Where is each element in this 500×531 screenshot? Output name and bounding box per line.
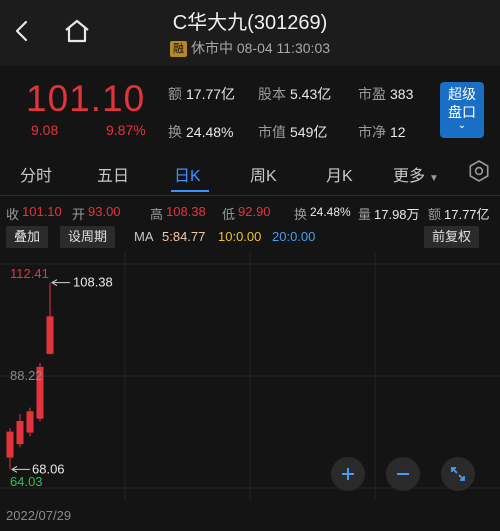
tab-intraday[interactable]: 分时 [20, 162, 52, 186]
volume-label: 量 [358, 207, 372, 222]
market-status-text: 休市中 08-04 11:30:03 [190, 40, 331, 56]
candle-body [46, 316, 54, 354]
tab-weekly-k[interactable]: 周K [250, 162, 277, 186]
super-order-book-button[interactable]: 超级 盘口 ⌄ [440, 82, 484, 138]
y-axis-label: 112.41 [10, 266, 49, 281]
min-marker-label: 68.06 [32, 461, 65, 476]
price-change: 9.08 [31, 122, 59, 138]
top-bar: C华大九(301269) 融休市中 08-04 11:30:03 [0, 0, 500, 66]
max-marker-label: 108.38 [73, 275, 113, 290]
volume-value: 17.98万 [374, 207, 420, 222]
quote-field-amount: 额 17.77亿 [168, 86, 236, 102]
chevron-down-icon: ⌄ [457, 120, 467, 131]
open-value: 93.00 [88, 204, 121, 219]
kline-chart[interactable]: 112.41 88.22 64.03 108.38 68.06 [0, 252, 500, 500]
high-value: 108.38 [166, 204, 206, 219]
low-value: 92.90 [238, 204, 271, 219]
candle-body [16, 421, 24, 445]
quote-field-pb: 市净 12 [358, 124, 406, 140]
tab-monthly-k[interactable]: 月K [326, 162, 353, 186]
plus-icon [342, 468, 354, 480]
candle-body [6, 431, 14, 458]
overlay-button[interactable]: 叠加 [6, 226, 49, 248]
candle-body [26, 411, 34, 433]
low-label: 低 [222, 207, 236, 222]
kline-svg: 112.4188.2264.03108.3868.06 [0, 252, 500, 500]
active-tab-indicator [171, 190, 209, 192]
price-adjust-button[interactable]: 前复权 [424, 226, 480, 248]
turnover-value: 24.48% [310, 205, 351, 219]
last-price: 101.10 [26, 78, 146, 119]
price-change-pct: 9.87% [106, 122, 146, 138]
chart-controls: 叠加 设周期 MA 5:84.77 10:0.00 20:0.00 前复权 [0, 226, 500, 250]
settings-icon[interactable] [467, 159, 491, 183]
tab-daily-k[interactable]: 日K [174, 162, 201, 186]
set-period-button[interactable]: 设周期 [60, 226, 116, 248]
quote-field-turnover: 换 24.48% [168, 124, 234, 140]
ma5-value: 5:84.77 [162, 229, 206, 244]
amount-value: 17.77亿 [444, 207, 490, 222]
margin-badge: 融 [169, 41, 187, 57]
ma20-value: 20:0.00 [272, 229, 316, 244]
fullscreen-button[interactable] [441, 457, 475, 491]
minus-icon [397, 473, 409, 475]
quote-field-market-cap: 市值 549亿 [258, 124, 328, 140]
high-label: 高 [150, 207, 164, 222]
quote-panel: 101.10 9.08 9.87% 额 17.77亿 股本 5.43亿 市盈 383 … [0, 66, 500, 146]
expand-icon [451, 467, 465, 481]
y-axis-label: 88.22 [10, 368, 43, 383]
quote-field-shares: 股本 5.43亿 [258, 86, 332, 102]
turnover-label: 换 [294, 207, 308, 222]
tab-five-day[interactable]: 五日 [97, 162, 129, 186]
stock-title: C华大九(301269) [172, 12, 328, 34]
x-start-date: 2022/07/29 [6, 508, 72, 523]
labels-group: 112.4188.2264.03108.3868.06 [10, 266, 113, 489]
quote-field-pe: 市盈 383 [358, 86, 414, 102]
close-value: 101.10 [22, 204, 62, 219]
ma10-value: 10:0.00 [218, 229, 262, 244]
amount-label: 额 [428, 207, 442, 222]
tab-more[interactable]: 更多 ▼ [393, 162, 439, 186]
close-label: 收 [6, 207, 20, 222]
zoom-out-button[interactable] [386, 457, 420, 491]
period-tabs: 分时 五日 日K 周K 月K 更多 ▼ [0, 146, 500, 196]
caret-down-icon: ▼ [429, 173, 439, 184]
ohlc-stats: 收 101.10 开 93.00 高 108.38 低 92.90 换 24.4… [0, 202, 500, 224]
market-status: 融休市中 08-04 11:30:03 [0, 38, 500, 58]
zoom-in-button[interactable] [331, 457, 365, 491]
ma-label: MA [134, 229, 154, 244]
open-label: 开 [72, 207, 86, 222]
